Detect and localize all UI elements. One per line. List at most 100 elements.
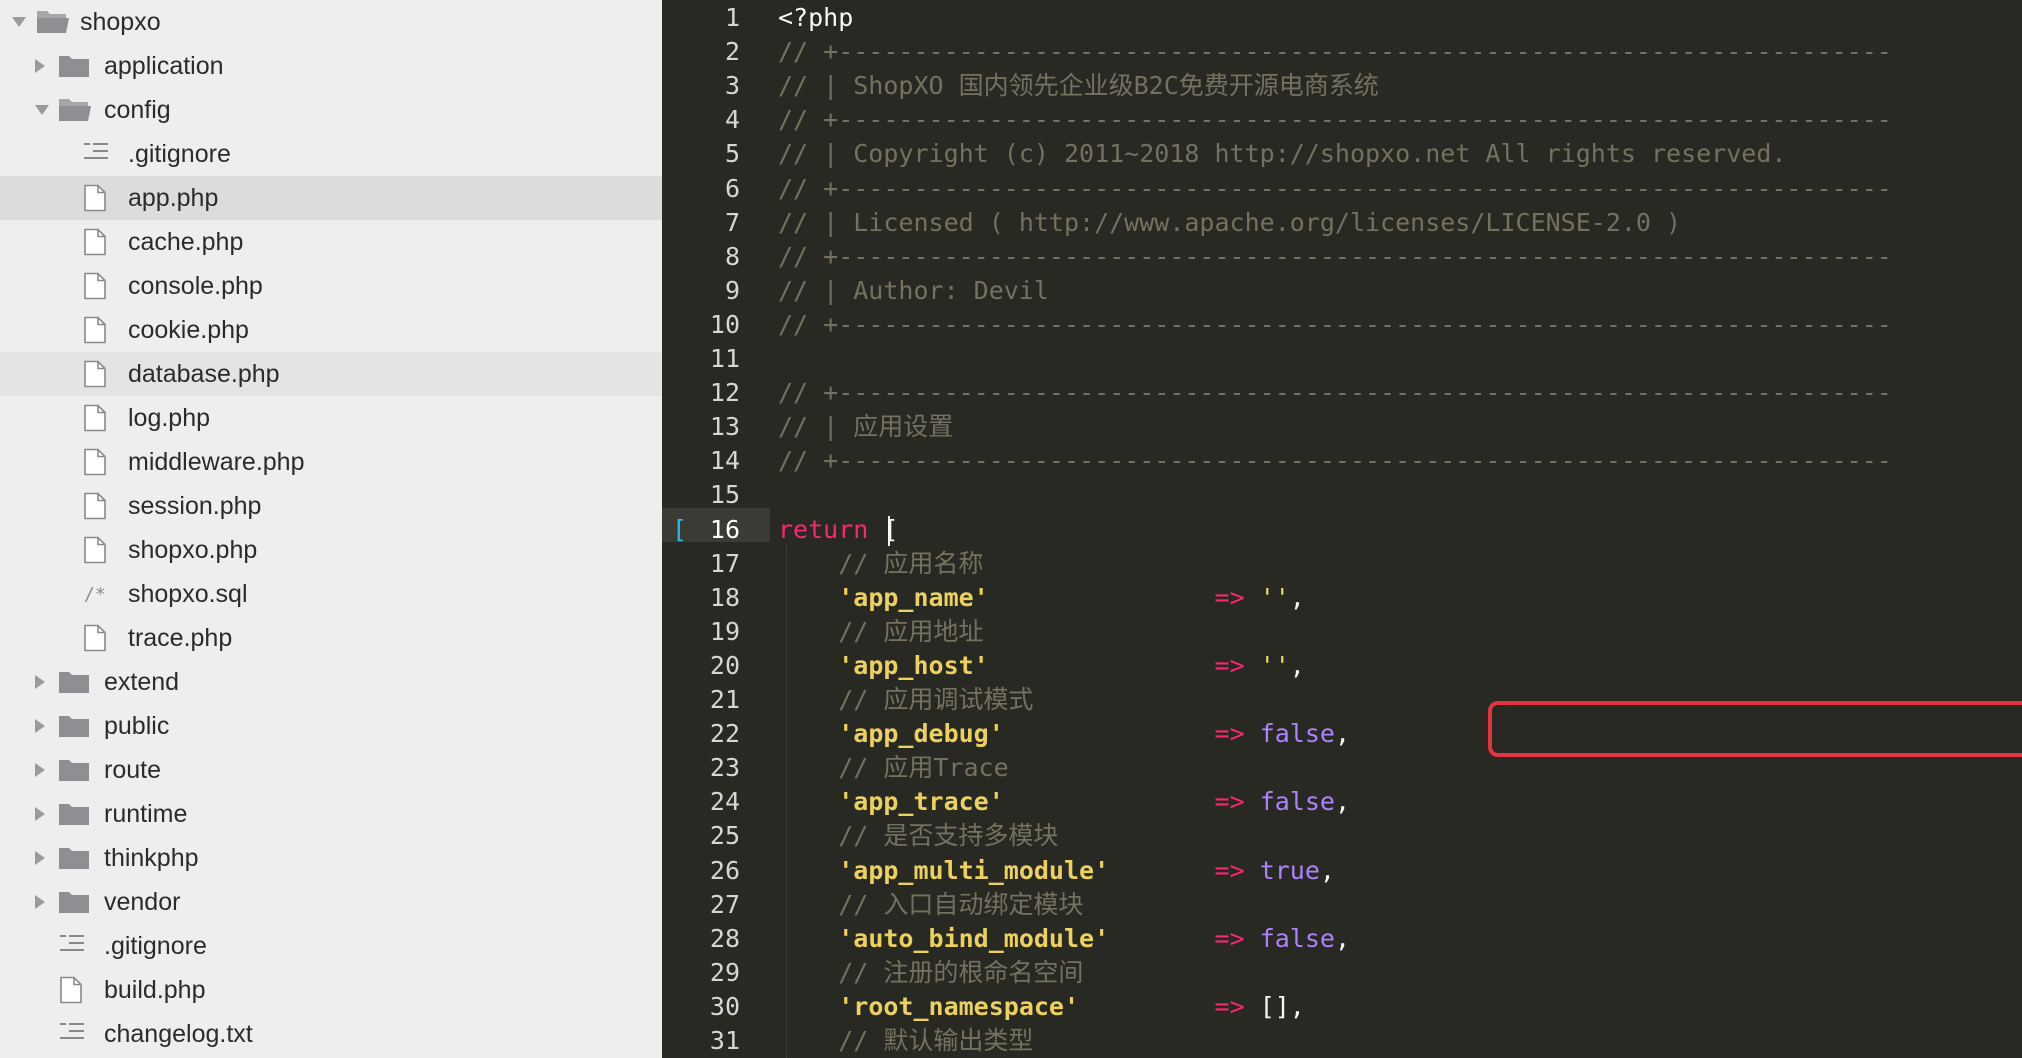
code-token: // | Copyright (c) 2011~2018 http://shop…: [778, 139, 1787, 168]
tree-item[interactable]: middleware.php: [0, 440, 662, 484]
disclosure-expanded-icon[interactable]: [35, 105, 49, 115]
code-text: 'app_trace' => false,: [778, 785, 1350, 819]
code-token: ,: [1289, 583, 1305, 612]
tree-item[interactable]: vendor: [0, 880, 662, 924]
code-editor[interactable]: 1 <?php 2 // +-----------------------------…: [662, 0, 2022, 1058]
tree-item[interactable]: cache.php: [0, 220, 662, 264]
code-line[interactable]: 18 'app_name' => '',: [662, 581, 2022, 615]
tree-item-label: console.php: [128, 272, 263, 300]
tree-item-label: shopxo: [80, 8, 161, 36]
code-line[interactable]: 4 // +-----------------------------------…: [662, 103, 2022, 137]
disclosure-collapsed-icon[interactable]: [35, 851, 45, 865]
tree-item[interactable]: trace.php: [0, 616, 662, 660]
code-line[interactable]: 20 'app_host' => '',: [662, 649, 2022, 683]
code-text: // 默认输出类型: [778, 1024, 1033, 1058]
code-text: // +------------------------------------…: [778, 35, 1892, 69]
tree-item-label: cache.php: [128, 228, 244, 256]
code-line[interactable]: 5 // | Copyright (c) 2011~2018 http://sho…: [662, 137, 2022, 171]
code-token: // +------------------------------------…: [778, 446, 1892, 475]
code-line[interactable]: 12 // +----------------------------------…: [662, 376, 2022, 410]
line-number: 29: [709, 958, 740, 987]
disclosure-collapsed-icon[interactable]: [35, 719, 45, 733]
tree-item[interactable]: session.php: [0, 484, 662, 528]
text-file-icon: [58, 932, 92, 960]
tree-item[interactable]: cookie.php: [0, 308, 662, 352]
tree-item[interactable]: shopxo: [0, 0, 662, 44]
code-line[interactable]: 9 // | Author: Devil: [662, 274, 2022, 308]
tree-item[interactable]: .gitignore: [0, 132, 662, 176]
text-file-icon: [58, 1020, 92, 1048]
code-line[interactable]: 3 // | ShopXO 国内领先企业级B2C免费开源电商系统: [662, 69, 2022, 103]
tree-item[interactable]: runtime: [0, 792, 662, 836]
tree-item[interactable]: /* shopxo.sql: [0, 572, 662, 616]
code-line[interactable]: 10 // +----------------------------------…: [662, 308, 2022, 342]
code-line[interactable]: 6 // +-----------------------------------…: [662, 172, 2022, 206]
disclosure-collapsed-icon[interactable]: [35, 675, 45, 689]
tree-item[interactable]: extend: [0, 660, 662, 704]
folder-icon: [58, 712, 92, 740]
code-token: // +------------------------------------…: [778, 310, 1892, 339]
folder-icon: [58, 52, 92, 80]
app-debug-highlight-box: [1488, 701, 2022, 757]
tree-item[interactable]: config: [0, 88, 662, 132]
code-line[interactable]: 29 // 注册的根命名空间: [662, 956, 2022, 990]
disclosure-collapsed-icon[interactable]: [35, 807, 45, 821]
code-line[interactable]: 30 'root_namespace' => [],: [662, 990, 2022, 1024]
code-line[interactable]: 24 'app_trace' => false,: [662, 785, 2022, 819]
line-number: 21: [709, 685, 740, 714]
code-text: // | Copyright (c) 2011~2018 http://shop…: [778, 137, 1786, 171]
code-line[interactable]: 13 // | 应用设置: [662, 410, 2022, 444]
tree-item[interactable]: database.php: [0, 352, 662, 396]
tree-item-label: application: [104, 52, 224, 80]
tree-item[interactable]: app.php: [0, 176, 662, 220]
code-token: // +------------------------------------…: [778, 174, 1892, 203]
sql-file-icon: /*: [82, 580, 116, 608]
tree-item[interactable]: changelog.txt: [0, 1012, 662, 1056]
tree-item[interactable]: route: [0, 748, 662, 792]
code-token: // +------------------------------------…: [778, 242, 1892, 271]
tree-item[interactable]: build.php: [0, 968, 662, 1012]
code-token: [: [883, 515, 899, 544]
code-line[interactable]: 11: [662, 342, 2022, 376]
code-line[interactable]: [16 return [: [662, 513, 2022, 547]
tree-item[interactable]: shopxo.php: [0, 528, 662, 572]
code-line[interactable]: 31 // 默认输出类型: [662, 1024, 2022, 1058]
code-line[interactable]: 25 // 是否支持多模块: [662, 819, 2022, 853]
disclosure-collapsed-icon[interactable]: [35, 895, 45, 909]
code-line[interactable]: 17 // 应用名称: [662, 547, 2022, 581]
code-line[interactable]: 1 <?php: [662, 1, 2022, 35]
code-token: 'app_multi_module': [838, 856, 1110, 885]
code-token: 'root_namespace': [838, 992, 1080, 1021]
code-line[interactable]: 2 // +-----------------------------------…: [662, 35, 2022, 69]
tree-item[interactable]: thinkphp: [0, 836, 662, 880]
text-cursor: [888, 516, 891, 546]
code-line[interactable]: 15: [662, 478, 2022, 512]
tree-item-label: trace.php: [128, 624, 233, 652]
tree-item[interactable]: log.php: [0, 396, 662, 440]
tree-item[interactable]: console.php: [0, 264, 662, 308]
code-token: 'app_debug': [838, 719, 1004, 748]
code-line[interactable]: 14 // +----------------------------------…: [662, 444, 2022, 478]
disclosure-collapsed-icon[interactable]: [35, 763, 45, 777]
code-token: =>: [1214, 924, 1245, 953]
code-line[interactable]: 27 // 入口自动绑定模块: [662, 888, 2022, 922]
code-token: // 入口自动绑定模块: [778, 890, 1084, 919]
tree-item[interactable]: public: [0, 704, 662, 748]
code-line[interactable]: 7 // | Licensed ( http://www.apache.org/l…: [662, 206, 2022, 240]
line-number: 3: [724, 71, 740, 100]
code-line[interactable]: 28 'auto_bind_module' => false,: [662, 922, 2022, 956]
line-number: 24: [709, 787, 740, 816]
code-line[interactable]: 8 // +-----------------------------------…: [662, 240, 2022, 274]
tree-item[interactable]: .gitignore: [0, 924, 662, 968]
code-line[interactable]: 19 // 应用地址: [662, 615, 2022, 649]
disclosure-expanded-icon[interactable]: [12, 17, 26, 27]
tree-item-label: session.php: [128, 492, 262, 520]
tree-item[interactable]: application: [0, 44, 662, 88]
line-number: 20: [709, 651, 740, 680]
disclosure-collapsed-icon[interactable]: [35, 59, 45, 73]
code-line[interactable]: 26 'app_multi_module' => true,: [662, 854, 2022, 888]
